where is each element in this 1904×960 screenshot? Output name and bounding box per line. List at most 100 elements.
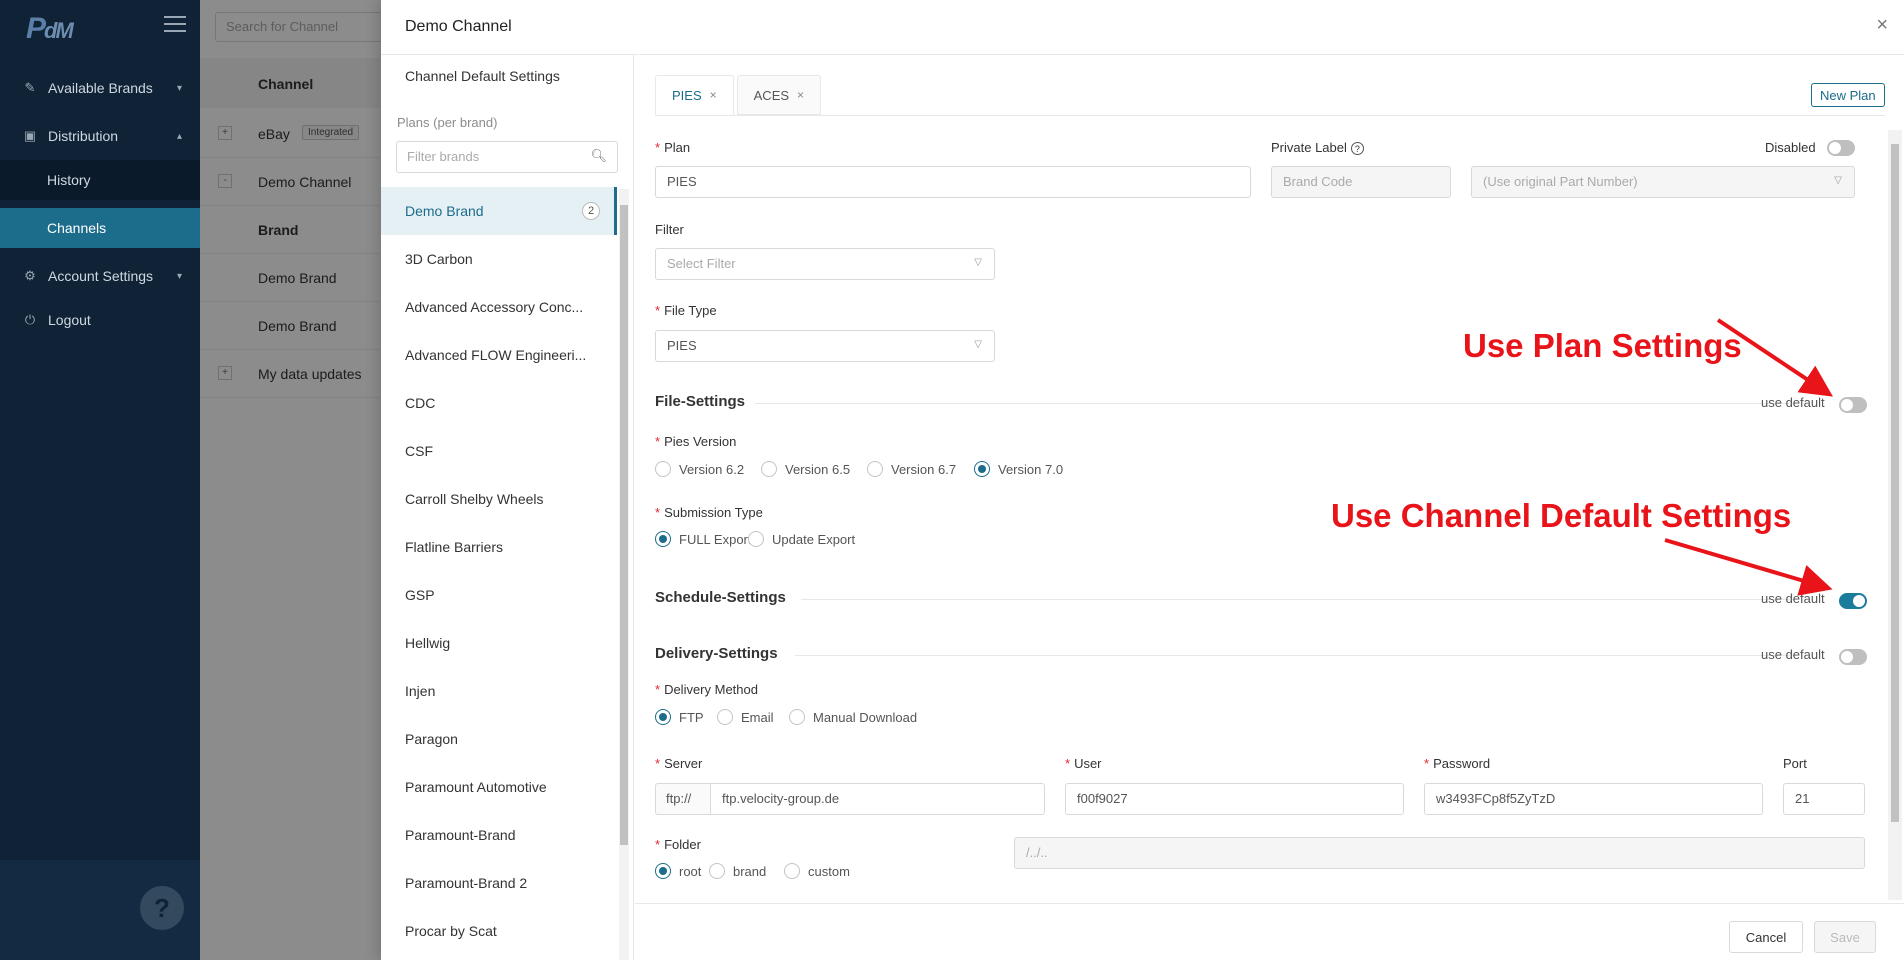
part-number-select[interactable]: (Use original Part Number) ▽ [1471,166,1855,198]
form-scrollbar[interactable] [1888,130,1902,900]
brand-item[interactable]: Advanced FLOW Engineeri... [381,331,617,379]
brand-label: 3D Carbon [405,251,473,267]
nav-logout[interactable]: ⏻ Logout [0,300,200,340]
radio-folder-root[interactable]: root [655,863,701,879]
tabs-divider [655,115,1885,116]
nav-available-brands[interactable]: ✎ Available Brands ▾ [0,68,200,108]
chevron-up-icon: ▴ [176,130,182,142]
help-circle-icon[interactable]: ? [1350,142,1364,156]
brand-label: Paragon [405,731,458,747]
radio-update-export[interactable]: Update Export [748,531,855,547]
brand-label: Hellwig [405,635,451,651]
password-label: * Password [1424,756,1491,771]
file-settings-use-default-toggle[interactable] [1839,397,1867,413]
radio-folder-brand[interactable]: brand [709,863,766,879]
brand-label: Procar by Scat [405,923,497,939]
filter-select[interactable]: Select Filter ▽ [655,248,995,280]
disabled-toggle[interactable] [1827,140,1855,156]
use-default-label: use default [1761,591,1825,606]
server-protocol-addon: ftp:// [655,783,711,815]
brand-item[interactable]: Procar by Scat [381,907,617,955]
save-button[interactable]: Save [1814,921,1876,953]
file-type-select[interactable]: PIES ▽ [655,330,995,362]
scrollbar-thumb[interactable] [620,205,628,845]
drawer-title: Demo Channel [405,18,512,35]
brand-label: Paramount-Brand [405,827,516,843]
radio-folder-custom[interactable]: custom [784,863,850,879]
schedule-settings-use-default-toggle[interactable] [1839,593,1867,609]
brand-filter-input[interactable]: Filter brands 🔍︎ [396,141,618,173]
brand-label: Advanced Accessory Conc... [405,299,584,315]
brand-item[interactable]: Carroll Shelby Wheels [381,475,617,523]
radio-version-6-7[interactable]: Version 6.7 [867,461,956,477]
folder-path-input[interactable]: /../.. [1014,837,1865,869]
close-icon[interactable]: × [1876,14,1888,37]
radio-full-export[interactable]: FULL Export [655,531,752,547]
scrollbar-thumb[interactable] [1891,144,1899,822]
brand-item[interactable]: Hellwig [381,619,617,667]
close-icon[interactable]: × [710,88,717,102]
server-input[interactable]: ftp.velocity-group.de [710,783,1045,815]
brand-item[interactable]: Demo Brand 2 [381,187,617,235]
filter-placeholder: Filter brands [407,149,480,164]
radio-version-6-2[interactable]: Version 6.2 [655,461,744,477]
nav-account-settings[interactable]: ⚙ Account Settings ▾ [0,256,200,296]
plan-tabs: PIES × ACES × [655,75,824,115]
cancel-button[interactable]: Cancel [1729,921,1803,953]
radio-email[interactable]: Email [717,709,774,725]
brand-item[interactable]: Advanced Accessory Conc... [381,283,617,331]
nav-label: Logout [48,312,91,328]
brand-item[interactable]: Flatline Barriers [381,523,617,571]
brand-code-input[interactable]: Brand Code [1271,166,1451,198]
brand-label: Demo Brand [405,203,484,219]
brand-item[interactable]: Paramount-Brand 2 [381,859,617,907]
plan-editor: PIES × ACES × New Plan * Plan PIES Privat… [635,55,1904,960]
brand-item[interactable]: CDC [381,379,617,427]
nav-distribution[interactable]: ▣ Distribution ▴ [0,116,200,156]
brand-item[interactable]: Paramount Automotive [381,763,617,811]
nav-channels[interactable]: Channels [0,208,200,248]
close-icon[interactable]: × [797,88,804,102]
app-logo[interactable]: PdM [26,12,74,46]
port-input[interactable]: 21 [1783,783,1865,815]
plan-label: * Plan [655,140,691,155]
radio-manual-download[interactable]: Manual Download [789,709,917,725]
brand-item[interactable]: GSP [381,571,617,619]
brand-item[interactable]: 3D Carbon [381,235,617,283]
new-plan-button[interactable]: New Plan [1811,83,1885,107]
tab-pies[interactable]: PIES × [655,75,734,115]
submission-type-label: * Submission Type [655,505,763,520]
brand-item[interactable]: Paramount-Brand [381,811,617,859]
radio-version-6-5[interactable]: Version 6.5 [761,461,850,477]
brand-list-scrollbar[interactable] [619,189,629,960]
folder-label: * Folder [655,837,701,852]
use-default-label: use default [1761,395,1825,410]
chevron-down-icon: ▾ [176,82,182,94]
channel-default-settings-link[interactable]: Channel Default Settings [381,55,633,95]
brand-item[interactable]: Paragon [381,715,617,763]
chevron-down-icon: ▽ [974,257,982,268]
brand-list: Demo Brand 2 3D Carbon Advanced Accessor… [381,187,617,960]
menu-toggle-icon[interactable] [164,16,186,36]
section-divider [801,599,1795,600]
gear-icon: ⚙ [24,268,36,283]
radio-ftp[interactable]: FTP [655,709,704,725]
drawer-header: Demo Channel [381,0,1904,55]
modal-overlay[interactable] [200,0,381,960]
brand-label: Paramount-Brand 2 [405,875,528,891]
brand-item[interactable]: CSF [381,427,617,475]
help-button[interactable]: ? [140,886,184,930]
distribution-icon: ▣ [23,128,37,143]
delivery-settings-title: Delivery-Settings [655,645,778,662]
radio-version-7-0[interactable]: Version 7.0 [974,461,1063,477]
delivery-settings-use-default-toggle[interactable] [1839,649,1867,665]
password-input[interactable]: w3493FCp8f5ZyTzD [1424,783,1763,815]
user-input[interactable]: f00f9027 [1065,783,1404,815]
brand-label: Advanced FLOW Engineeri... [405,347,587,363]
brand-item[interactable]: Injen [381,667,617,715]
plan-name-input[interactable]: PIES [655,166,1251,198]
search-icon: 🔍︎ [590,148,607,163]
tab-aces[interactable]: ACES × [736,75,822,115]
nav-history[interactable]: History [0,160,200,200]
brand-label: CSF [405,443,433,459]
